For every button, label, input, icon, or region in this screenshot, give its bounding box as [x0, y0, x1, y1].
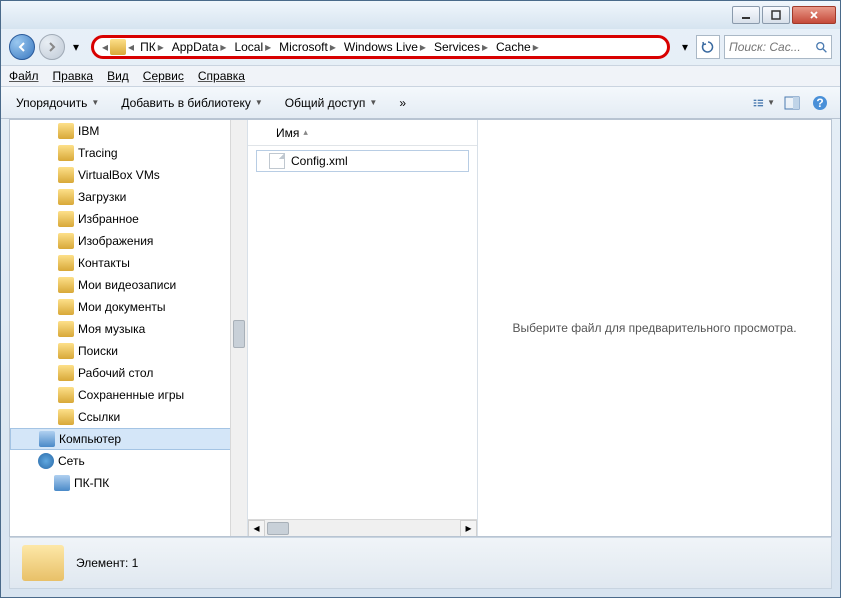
toolbar: Упорядочить▼ Добавить в библиотеку▼ Общи… — [1, 87, 840, 119]
share-button[interactable]: Общий доступ▼ — [278, 91, 385, 115]
column-name[interactable]: Имя▴ — [268, 126, 316, 140]
nav-history-dropdown[interactable]: ▾ — [69, 36, 83, 58]
preview-pane-button[interactable] — [780, 93, 804, 113]
tree-scrollbar[interactable] — [230, 120, 247, 536]
explorer-window: ▾ ◂ ◂ ПК▸AppData▸Local▸Microsoft▸Windows… — [0, 0, 841, 598]
menu-view[interactable]: Вид — [107, 69, 129, 83]
folder-icon — [58, 123, 74, 139]
breadcrumb-segment[interactable]: ПК▸ — [136, 38, 168, 56]
computer-icon — [39, 431, 55, 447]
titlebar — [1, 1, 840, 29]
refresh-button[interactable] — [696, 35, 720, 59]
menu-edit[interactable]: Правка — [53, 69, 94, 83]
network-icon — [38, 453, 54, 469]
breadcrumb-segment[interactable]: Services▸ — [430, 38, 492, 56]
tree-folder[interactable]: Tracing — [10, 142, 247, 164]
search-icon — [815, 40, 827, 54]
breadcrumb-segment[interactable]: Microsoft▸ — [275, 38, 340, 56]
folder-icon — [58, 299, 74, 315]
folder-icon — [58, 365, 74, 381]
menu-tools[interactable]: Сервис — [143, 69, 184, 83]
folder-icon — [58, 409, 74, 425]
menu-bar: Файл Правка Вид Сервис Справка — [1, 65, 840, 87]
scroll-right-button[interactable]: ▸ — [460, 520, 477, 537]
nav-bar: ▾ ◂ ◂ ПК▸AppData▸Local▸Microsoft▸Windows… — [1, 29, 840, 65]
forward-button[interactable] — [39, 34, 65, 60]
svg-text:?: ? — [816, 96, 823, 110]
tree-folder[interactable]: VirtualBox VMs — [10, 164, 247, 186]
preview-pane: Выберите файл для предварительного просм… — [478, 120, 831, 536]
menu-file[interactable]: Файл — [9, 69, 39, 83]
file-list-pane: Имя▴ Config.xml ◂ ▸ — [248, 120, 478, 536]
folder-icon — [58, 387, 74, 403]
tree-folder[interactable]: Ссылки — [10, 406, 247, 428]
folder-icon — [58, 211, 74, 227]
minimize-button[interactable] — [732, 6, 760, 24]
folder-icon — [58, 255, 74, 271]
horizontal-scrollbar[interactable]: ◂ ▸ — [248, 519, 477, 536]
folder-icon — [58, 189, 74, 205]
tree-folder[interactable]: Рабочий стол — [10, 362, 247, 384]
preview-placeholder: Выберите файл для предварительного просм… — [512, 321, 796, 335]
view-mode-button[interactable]: ▼ — [752, 93, 776, 113]
tree-folder[interactable]: Мои видеозаписи — [10, 274, 247, 296]
file-item[interactable]: Config.xml — [256, 150, 469, 172]
scrollbar-thumb[interactable] — [267, 522, 289, 535]
tree-folder[interactable]: Контакты — [10, 252, 247, 274]
maximize-button[interactable] — [762, 6, 790, 24]
organize-button[interactable]: Упорядочить▼ — [9, 91, 106, 115]
folder-icon — [58, 321, 74, 337]
computer-icon — [54, 475, 70, 491]
folder-icon — [58, 145, 74, 161]
folder-icon — [110, 39, 126, 55]
close-button[interactable] — [792, 6, 836, 24]
breadcrumb-segment[interactable]: Local▸ — [230, 38, 275, 56]
column-headers: Имя▴ — [248, 120, 477, 146]
tree-folder[interactable]: Мои документы — [10, 296, 247, 318]
tree-folder[interactable]: IBM — [10, 120, 247, 142]
folder-icon — [58, 343, 74, 359]
content-area: IBMTracingVirtualBox VMsЗагрузкиИзбранно… — [9, 119, 832, 537]
scrollbar-thumb[interactable] — [233, 320, 245, 348]
breadcrumb-segment[interactable]: Cache▸ — [492, 38, 543, 56]
tree-folder[interactable]: Поиски — [10, 340, 247, 362]
folder-icon — [22, 545, 64, 581]
tree-folder[interactable]: Сохраненные игры — [10, 384, 247, 406]
toolbar-overflow[interactable]: » — [392, 91, 415, 115]
tree-network[interactable]: Сеть — [10, 450, 247, 472]
tree-computer[interactable]: Компьютер — [10, 428, 247, 450]
status-text: Элемент: 1 — [76, 556, 138, 570]
tree-folder[interactable]: Моя музыка — [10, 318, 247, 340]
add-to-library-button[interactable]: Добавить в библиотеку▼ — [114, 91, 269, 115]
back-button[interactable] — [9, 34, 35, 60]
breadcrumb-segment[interactable]: AppData▸ — [168, 38, 231, 56]
help-button[interactable]: ? — [808, 93, 832, 113]
search-input[interactable] — [729, 40, 815, 54]
folder-icon — [58, 277, 74, 293]
address-bar[interactable]: ◂ ◂ ПК▸AppData▸Local▸Microsoft▸Windows L… — [91, 35, 670, 59]
scroll-left-button[interactable]: ◂ — [248, 520, 265, 537]
file-icon — [269, 153, 285, 169]
folder-icon — [58, 167, 74, 183]
tree-folder[interactable]: Изображения — [10, 230, 247, 252]
breadcrumb-sep[interactable]: ◂ — [128, 40, 134, 54]
tree-folder[interactable]: Загрузки — [10, 186, 247, 208]
details-pane: Элемент: 1 — [9, 537, 832, 589]
breadcrumb-segment[interactable]: Windows Live▸ — [340, 38, 430, 56]
breadcrumb-root-chevron[interactable]: ◂ — [102, 40, 108, 54]
tree-folder[interactable]: Избранное — [10, 208, 247, 230]
tree-network-child[interactable]: ПК-ПК — [10, 472, 247, 494]
folder-icon — [58, 233, 74, 249]
navigation-tree[interactable]: IBMTracingVirtualBox VMsЗагрузкиИзбранно… — [10, 120, 248, 536]
search-box[interactable] — [724, 35, 832, 59]
menu-help[interactable]: Справка — [198, 69, 245, 83]
address-dropdown[interactable]: ▾ — [678, 36, 692, 58]
